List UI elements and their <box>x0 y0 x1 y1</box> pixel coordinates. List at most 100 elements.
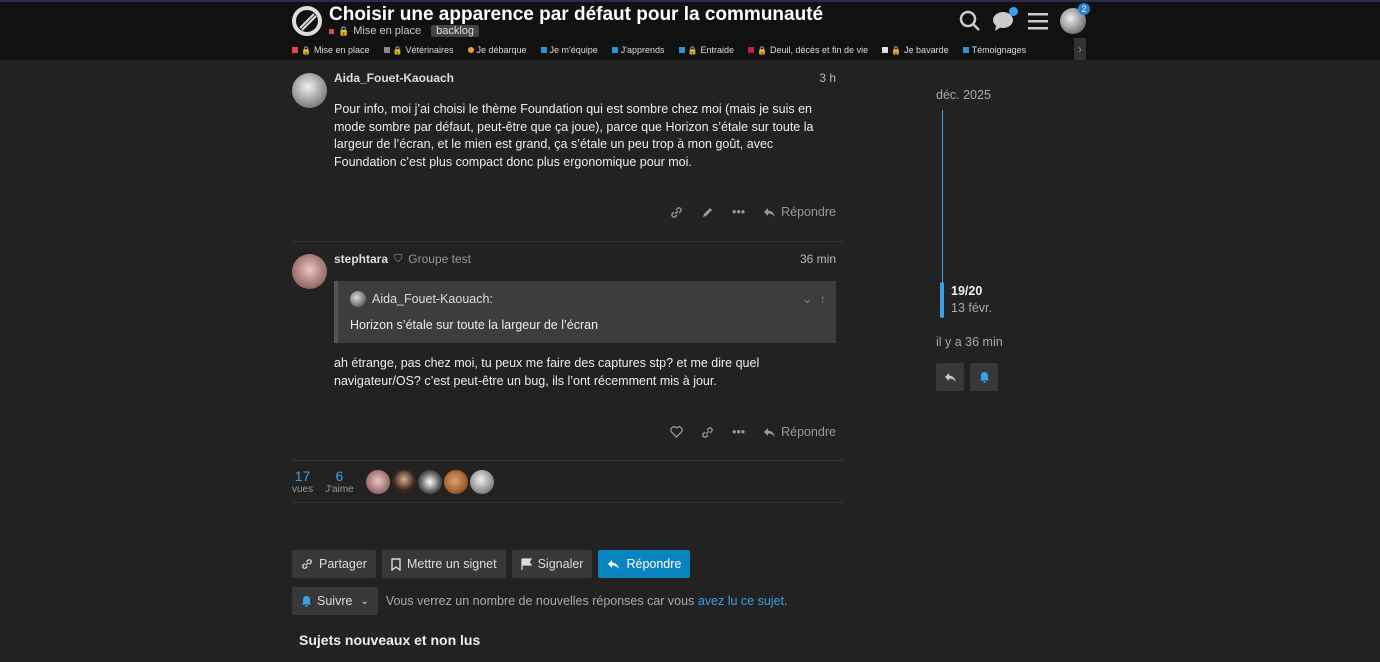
nav-scroll-right-icon[interactable]: › <box>1074 38 1086 60</box>
avatar[interactable] <box>292 254 327 289</box>
nav-item-label: Mise en place <box>313 45 370 55</box>
user-avatar[interactable]: 2 <box>1060 3 1090 34</box>
reply-topic-button[interactable]: Répondre <box>598 550 691 578</box>
nav-item-je-bavarde[interactable]: 🔒 Je bavarde <box>882 45 949 55</box>
likes-label: J'aime <box>325 484 354 495</box>
bookmark-button[interactable]: Mettre un signet <box>381 550 506 578</box>
notification-badge: 2 <box>1078 3 1090 15</box>
site-logo-icon[interactable] <box>292 6 322 36</box>
views-stat: 17 vues <box>292 468 313 495</box>
chat-unread-dot <box>1009 7 1018 16</box>
post-username[interactable]: stephtara <box>334 252 388 266</box>
timeline-reply-button[interactable] <box>936 363 964 391</box>
user-group[interactable]: Groupe test <box>408 252 471 266</box>
nav-item-temoignages[interactable]: Témoignages <box>962 45 1027 55</box>
category-color-icon <box>329 28 334 34</box>
hamburger-menu-icon[interactable] <box>1026 9 1050 33</box>
lock-icon: 🔒 <box>392 45 403 55</box>
reply-icon <box>764 207 776 217</box>
nav-item-label: Témoignages <box>971 45 1027 55</box>
category-color-icon <box>467 47 474 53</box>
timeline-position-date: 13 févr. <box>951 301 992 315</box>
nav-item-label: J'apprends <box>620 45 665 55</box>
edit-icon[interactable] <box>701 206 714 219</box>
participant-avatar[interactable] <box>469 469 494 494</box>
flag-button[interactable]: Signaler <box>511 550 593 578</box>
reply-icon <box>944 372 956 382</box>
participant-avatar[interactable] <box>443 469 468 494</box>
link-icon[interactable] <box>701 426 714 439</box>
timeline-scroll-handle[interactable] <box>940 282 944 318</box>
quote-controls: ⌄ ↑ <box>802 292 826 306</box>
nav-item-label: Je m'équipe <box>549 45 598 55</box>
views-label: vues <box>292 484 314 495</box>
views-count: 17 <box>294 468 311 484</box>
topic-category-row: 🔒 Mise en place backlog <box>329 25 480 37</box>
reply-label: Répondre <box>781 205 836 219</box>
topic-tag[interactable]: backlog <box>431 25 480 37</box>
follow-row: Suivre ⌄ Vous verrez un nombre de nouvel… <box>292 587 787 615</box>
share-button[interactable]: Partager <box>292 550 376 578</box>
chevron-down-icon: ⌄ <box>360 595 369 607</box>
nav-item-je-mequipe[interactable]: Je m'équipe <box>540 45 598 55</box>
reply-label: Répondre <box>626 557 682 571</box>
flag-icon <box>520 557 532 570</box>
post-time[interactable]: 3 h <box>819 71 836 85</box>
post-username-row: stephtara ⛉ Groupe test <box>334 252 471 266</box>
follow-message-text: Vous verrez un nombre de nouvelles répon… <box>385 594 698 608</box>
lock-icon: 🔒 <box>891 45 902 55</box>
bell-icon <box>979 372 989 383</box>
category-color-icon <box>611 47 618 53</box>
reply-button[interactable]: Répondre <box>763 425 836 439</box>
topic-footer-buttons: Partager Mettre un signet Signaler Répon… <box>292 550 691 578</box>
avatar[interactable] <box>292 73 327 108</box>
timeline-last-activity[interactable]: il y a 36 min <box>936 335 1003 349</box>
arrow-up-icon[interactable]: ↑ <box>820 292 826 306</box>
more-options-icon[interactable]: ••• <box>732 205 745 219</box>
category-color-icon <box>383 47 390 53</box>
nav-item-japprends[interactable]: J'apprends <box>611 45 665 55</box>
participant-avatar[interactable] <box>417 469 442 494</box>
nav-item-entraide[interactable]: 🔒 Entraide <box>678 45 734 55</box>
topic-category[interactable]: Mise en place <box>353 25 421 37</box>
topic-title[interactable]: Choisir une apparence par défaut pour la… <box>329 4 823 26</box>
nav-item-mise-en-place[interactable]: 🔒 Mise en place <box>292 45 370 55</box>
timeline-scroll-track[interactable] <box>942 110 943 290</box>
participant-avatar[interactable] <box>365 469 390 494</box>
suggested-topics-title: Sujets nouveaux et non lus <box>299 632 481 648</box>
timeline-start-date[interactable]: déc. 2025 <box>936 88 991 102</box>
category-color-icon <box>882 47 889 53</box>
nav-item-veterinaires[interactable]: 🔒 Vétérinaires <box>383 45 454 55</box>
chevron-down-icon[interactable]: ⌄ <box>802 292 812 306</box>
category-color-icon <box>678 47 685 53</box>
like-heart-icon[interactable] <box>670 426 683 438</box>
follow-message: Vous verrez un nombre de nouvelles répon… <box>386 594 788 608</box>
quote-author[interactable]: Aida_Fouet-Kaouach: <box>372 292 493 306</box>
post-actions: ••• Répondre <box>670 205 836 219</box>
nav-item-deuil[interactable]: 🔒 Deuil, décès et fin de vie <box>748 45 868 55</box>
read-topic-link[interactable]: avez lu ce sujet <box>698 594 784 608</box>
post-divider <box>292 460 844 461</box>
reply-icon <box>608 559 620 569</box>
chat-icon[interactable] <box>992 7 1018 33</box>
top-header: Choisir une apparence par défaut pour la… <box>0 0 1380 60</box>
timeline-notification-button[interactable] <box>970 363 998 391</box>
reply-button[interactable]: Répondre <box>763 205 836 219</box>
header-icons: 2 <box>958 3 1090 34</box>
link-icon[interactable] <box>670 206 683 219</box>
participant-avatar[interactable] <box>391 469 416 494</box>
search-icon[interactable] <box>958 9 982 33</box>
post-time[interactable]: 36 min <box>800 252 836 266</box>
topic-stats: 17 vues 6 J'aime <box>292 468 496 495</box>
category-color-icon <box>748 47 755 53</box>
link-icon <box>302 559 312 569</box>
follow-dropdown[interactable]: Suivre ⌄ <box>292 587 378 615</box>
timeline-controls <box>936 363 998 391</box>
bookmark-label: Mettre un signet <box>406 557 497 571</box>
more-options-icon[interactable]: ••• <box>732 425 745 439</box>
share-label: Partager <box>319 557 367 571</box>
follow-label: Suivre <box>317 594 353 608</box>
post-username[interactable]: Aida_Fouet-Kaouach <box>334 71 454 85</box>
nav-item-je-debarque[interactable]: Je débarque <box>467 45 527 55</box>
lock-icon: 🔒 <box>687 45 698 55</box>
